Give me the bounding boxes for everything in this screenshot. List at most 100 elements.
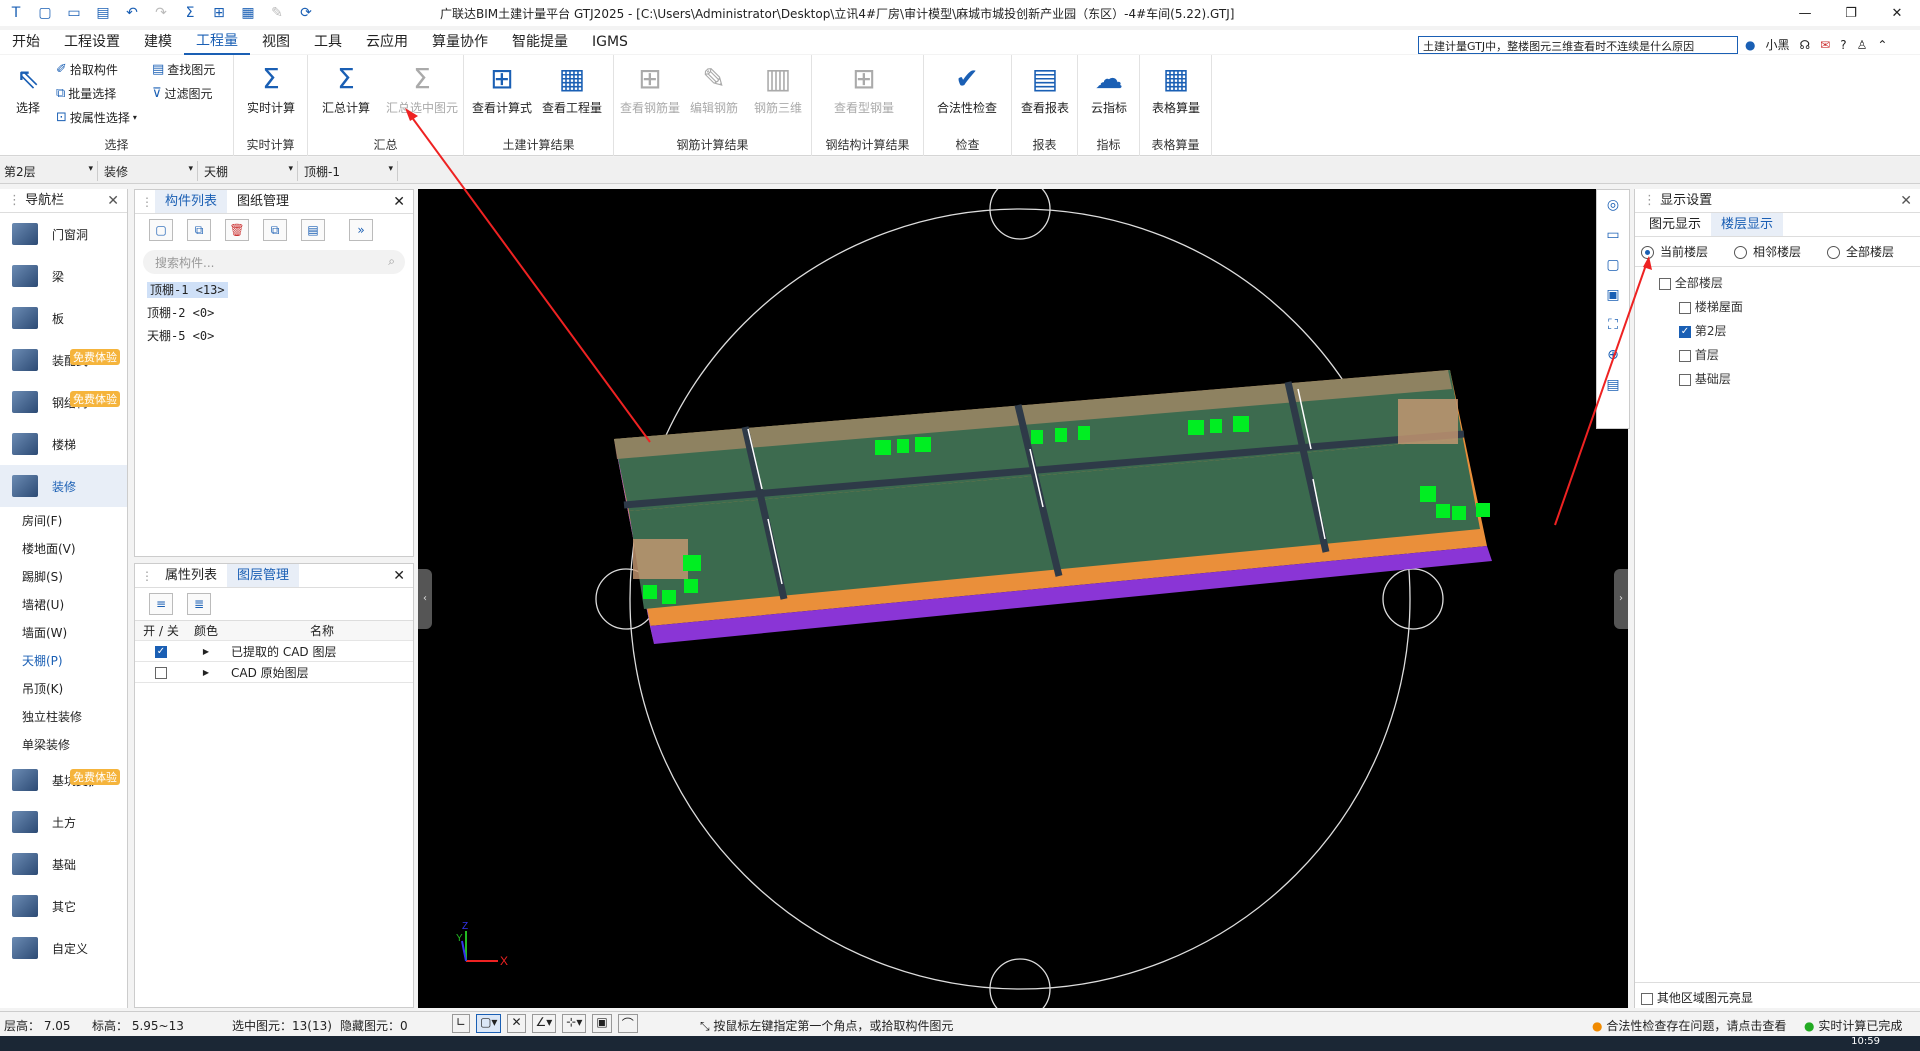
nav-category[interactable]: 基坑支护免费体验 (0, 759, 127, 801)
user-name[interactable]: 小黑 (1765, 36, 1789, 53)
cloud-index-button[interactable]: ☁ 云指标 (1077, 59, 1141, 116)
radio-all-floors[interactable]: 全部楼层 (1827, 243, 1894, 260)
tree-root[interactable]: 全部楼层 (1659, 271, 1920, 295)
drag-handle-icon[interactable]: ⋮ (141, 190, 153, 214)
close-icon[interactable]: ✕ (107, 189, 119, 213)
select-button[interactable]: ⇖ 选择 (0, 59, 56, 116)
nav-category[interactable]: 其它 (0, 885, 127, 927)
component-item[interactable]: 顶棚-2 <0> (135, 301, 413, 324)
close-icon[interactable]: ✕ (1900, 189, 1912, 213)
layer-toggle-checkbox[interactable] (155, 666, 167, 679)
orbit-handle-bottom[interactable] (989, 958, 1051, 1008)
cross-icon[interactable]: ✕ (507, 1014, 526, 1033)
radio-adjacent-floor[interactable]: 相邻楼层 (1734, 243, 1801, 260)
cloud-sync-icon[interactable]: ⟳ (296, 5, 316, 21)
nav-category[interactable]: 土方 (0, 801, 127, 843)
menu-modeling[interactable]: 建模 (132, 30, 184, 54)
copy-component-icon[interactable]: ⧉ (187, 219, 211, 241)
nav-sub-item[interactable]: 房间(F) (0, 507, 127, 535)
menu-start[interactable]: 开始 (0, 30, 52, 54)
radio-current-floor[interactable]: 当前楼层 (1641, 243, 1708, 260)
drag-handle-icon[interactable]: ⋮ (141, 564, 153, 588)
help-search-input[interactable]: 土建计量GTJ中，整楼图元三维查看时不连续是什么原因 (1418, 36, 1738, 54)
attr-select-button[interactable]: ⊡ 按属性选择 ▾ (56, 109, 137, 126)
nav-sub-item[interactable]: 楼地面(V) (0, 535, 127, 563)
tab-layer-manage[interactable]: 图层管理 (227, 564, 300, 587)
view-steel-button[interactable]: ⊞ 查看型钢量 (832, 59, 896, 116)
redo-icon[interactable]: ↷ (151, 5, 171, 21)
nav-category[interactable]: 基础 (0, 843, 127, 885)
filter-element-button[interactable]: ⊽ 过滤图元 (152, 85, 213, 102)
new-component-icon[interactable]: ▢ (149, 219, 173, 241)
pen-icon[interactable]: ✎ (267, 5, 287, 21)
quick-open-icon[interactable]: ▭ (64, 5, 84, 21)
layer-row[interactable]: ▶ CAD 原始图层 (135, 662, 413, 683)
menu-smart-extract[interactable]: 智能提量 (500, 30, 580, 54)
nav-sub-item[interactable]: 天棚(P) (0, 647, 127, 675)
orbit-icon[interactable]: ◎ (1597, 190, 1629, 220)
menu-quantity[interactable]: 工程量 (184, 29, 250, 55)
layer-copy-icon[interactable]: ⧉ (263, 219, 287, 241)
realtime-calc-button[interactable]: Σ 实时计算 (239, 59, 303, 116)
zoom-icon[interactable]: ⊕ (1597, 340, 1629, 370)
view-report-button[interactable]: ▤ 查看报表 (1013, 59, 1077, 116)
menu-project-settings[interactable]: 工程设置 (52, 30, 132, 54)
floor-tree-item[interactable]: 楼梯屋面 (1679, 295, 1920, 319)
nav-sub-item[interactable]: 吊顶(K) (0, 675, 127, 703)
table-icon[interactable]: ▦ (238, 5, 258, 21)
record-icon[interactable]: ▣ (592, 1014, 612, 1033)
table-calc-button[interactable]: ▦ 表格算量 (1144, 59, 1208, 116)
orbit-handle-top[interactable] (989, 189, 1051, 240)
avatar-icon[interactable]: ● (1745, 38, 1755, 52)
menu-cloud[interactable]: 云应用 (354, 30, 420, 54)
edit-rebar-button[interactable]: ✎ 编辑钢筋 (682, 59, 746, 116)
summary-selected-button[interactable]: Σ 汇总选中图元 (380, 59, 464, 116)
component-item[interactable]: 天棚-5 <0> (135, 324, 413, 347)
pick-component-button[interactable]: ✐ 拾取构件 (56, 61, 118, 78)
headset-icon[interactable]: ☊ (1800, 38, 1811, 52)
floor-tree-item[interactable]: ✓ 第2层 (1679, 319, 1920, 343)
undo-icon[interactable]: ↶ (122, 5, 142, 21)
component-item[interactable]: 顶棚-1 <13> (135, 278, 413, 301)
nav-category[interactable]: 装修 (0, 465, 127, 507)
calc-icon[interactable]: Σ (180, 5, 200, 21)
nav-sub-item[interactable]: 踢脚(S) (0, 563, 127, 591)
3d-viewport[interactable]: X Y Z ‹ › (418, 189, 1628, 1008)
close-icon[interactable]: ✕ (393, 564, 405, 588)
angle-icon[interactable]: ∠▾ (531, 1014, 557, 1033)
layer-toggle-checkbox[interactable]: ✓ (155, 645, 167, 658)
nav-category[interactable]: 门窗洞 (0, 213, 127, 255)
arc-icon[interactable]: ⌒ (617, 1014, 638, 1033)
expand-icon[interactable]: ▶ (187, 647, 225, 656)
layer-row[interactable]: ✓ ▶ 已提取的 CAD 图层 (135, 641, 413, 662)
component-search-input[interactable]: 搜索构件... ⌕ (143, 250, 405, 274)
tab-element-display[interactable]: 图元显示 (1639, 213, 1711, 236)
layer-tool2-icon[interactable]: ≣ (187, 593, 211, 615)
nav-category[interactable]: 钢结构免费体验 (0, 381, 127, 423)
building-model[interactable] (614, 370, 1492, 644)
more-icon[interactable]: » (349, 219, 373, 241)
floor-select[interactable]: 第2层 ▾ (0, 161, 98, 181)
collapse-left-icon[interactable]: ‹ (418, 569, 432, 629)
type-select[interactable]: 天棚 ▾ (200, 161, 298, 181)
tab-drawing-manage[interactable]: 图纸管理 (227, 190, 299, 213)
close-icon[interactable]: ✕ (393, 190, 405, 214)
menu-igms[interactable]: IGMS (580, 30, 640, 54)
other-area-highlight[interactable]: 其他区域图元亮显 (1635, 982, 1920, 1008)
fit-view-icon[interactable]: ⛶ (1597, 310, 1629, 340)
settings-view-icon[interactable]: ▤ (1597, 370, 1629, 400)
view-quantity-button[interactable]: ▦ 查看工程量 (540, 59, 604, 116)
view-2d-icon[interactable]: ▭ (1597, 220, 1629, 250)
grid-icon[interactable]: ⊞ (209, 5, 229, 21)
view-cube-icon[interactable]: ▣ (1597, 280, 1629, 310)
minimize-button[interactable]: — (1782, 0, 1828, 26)
delete-icon[interactable]: 🗑 (225, 219, 249, 241)
floor-tree-item[interactable]: 基础层 (1679, 367, 1920, 391)
collapse-right-icon[interactable]: › (1614, 569, 1628, 629)
nav-category[interactable]: 自定义 (0, 927, 127, 969)
category-select[interactable]: 装修 ▾ (100, 161, 198, 181)
collapse-ribbon-icon[interactable]: ⌃ (1877, 38, 1887, 52)
floor-tree-item[interactable]: 首层 (1679, 343, 1920, 367)
menu-view[interactable]: 视图 (250, 30, 302, 54)
nav-sub-item[interactable]: 墙面(W) (0, 619, 127, 647)
